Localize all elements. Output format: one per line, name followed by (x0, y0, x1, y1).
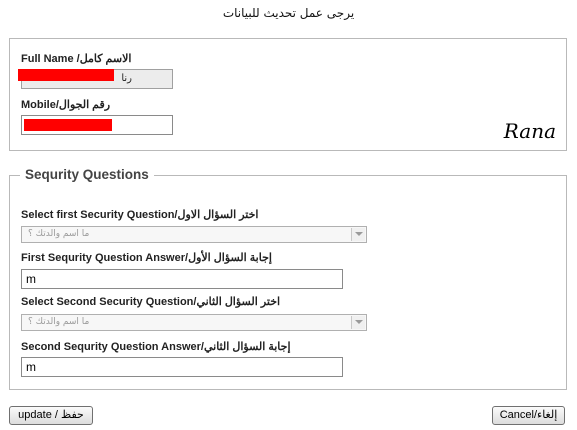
account-info-panel: Full Name /الاسم كامل رنا Mobile/رقم الج… (9, 38, 567, 151)
mobile-label: Mobile/رقم الجوال (21, 99, 111, 111)
full-name-label: Full Name /الاسم كامل (21, 53, 132, 65)
a1-label: First Sequrity Question Answer/إجابة الس… (21, 252, 272, 264)
a2-input[interactable]: m (21, 357, 343, 377)
q2-label: Select Second Security Question/اختر الس… (21, 296, 281, 308)
q1-label: Select first Security Question/اختر السؤ… (21, 209, 259, 221)
security-legend: Sequrity Questions (20, 167, 154, 182)
a1-input[interactable]: m (21, 269, 343, 289)
a2-label: Second Sequrity Question Answer/إجابة ال… (21, 341, 291, 353)
q1-select[interactable]: ما اسم والدتك ؟ (21, 226, 367, 243)
cancel-button[interactable]: Cancel/إلغاء (492, 406, 565, 425)
redaction-bar-mobile (24, 119, 112, 131)
page-title: يرجى عمل تحديث للبيانات (222, 6, 355, 20)
full-name-value: رنا (121, 73, 132, 84)
signature: Rana (503, 119, 556, 143)
q1-selected-value: ما اسم والدتك ؟ (28, 229, 90, 239)
q2-select[interactable]: ما اسم والدتك ؟ (21, 314, 367, 331)
security-questions-panel: Sequrity Questions Select first Security… (9, 167, 567, 390)
q2-selected-value: ما اسم والدتك ؟ (28, 317, 90, 327)
redaction-bar-name (18, 69, 114, 81)
chevron-down-icon[interactable] (351, 316, 365, 329)
chevron-down-icon[interactable] (351, 228, 365, 241)
update-button[interactable]: update / حفظ (9, 406, 93, 425)
